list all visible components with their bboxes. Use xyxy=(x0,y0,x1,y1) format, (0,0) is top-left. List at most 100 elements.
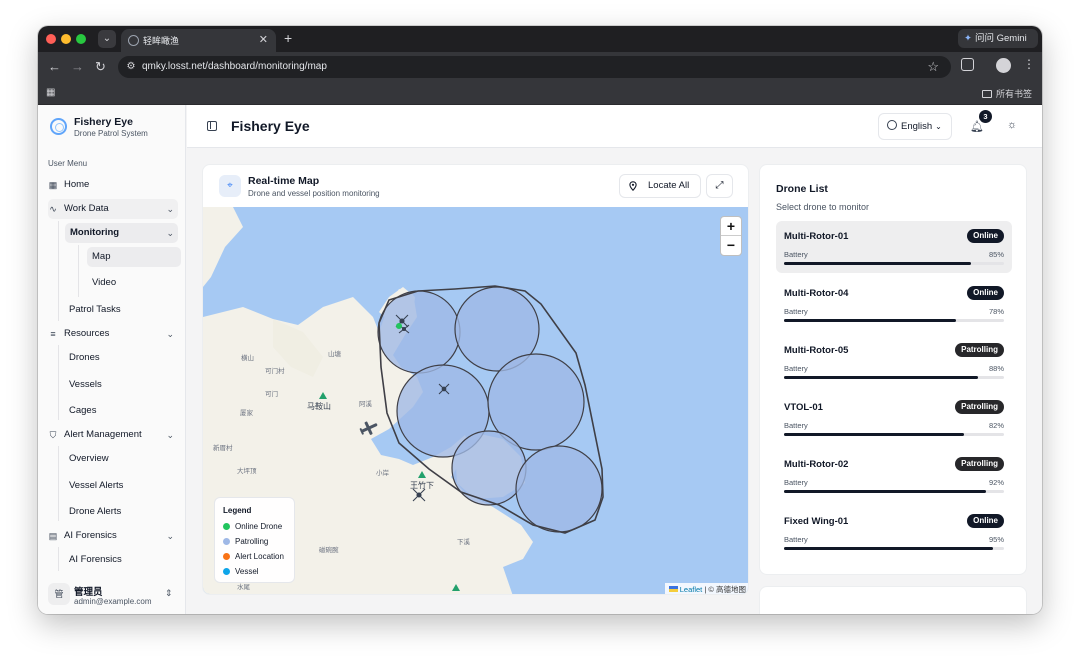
user-name[interactable]: 管理员 xyxy=(74,584,103,598)
drone-list-item[interactable]: Multi-Rotor-05 Patrolling Battery 88% xyxy=(776,335,1012,387)
all-bookmarks-button[interactable]: 所有书签 xyxy=(981,87,1032,100)
sidebar-item-monitoring[interactable]: Monitoring ⌄ xyxy=(65,223,178,243)
sidebar-item-drone-alerts[interactable]: Drone Alerts xyxy=(69,502,178,522)
sidebar-item-resources[interactable]: ≡ Resources ⌄ xyxy=(48,324,178,344)
address-bar[interactable]: ⚙ qmky.losst.net/dashboard/monitoring/ma… xyxy=(118,56,951,78)
drone-list-item[interactable]: Multi-Rotor-02 Patrolling Battery 92% xyxy=(776,449,1012,501)
drone-list-item[interactable]: Fixed Wing-01 Online Battery 95% xyxy=(776,506,1012,558)
place-label: 大坪顶 xyxy=(237,466,257,475)
expand-icon[interactable]: ⤢ xyxy=(706,174,733,198)
ukraine-flag-icon xyxy=(668,586,678,592)
database-icon: ≡ xyxy=(50,329,56,339)
sun-icon[interactable]: ☼ xyxy=(1007,119,1017,131)
sidebar-item-map[interactable]: Map xyxy=(87,247,181,267)
site-settings-icon[interactable]: ⚙ xyxy=(124,60,138,74)
sidebar-item-work-data[interactable]: ∿ Work Data ⌄ xyxy=(48,199,178,219)
apps-grid-icon[interactable]: ▦ xyxy=(46,87,55,98)
app-root: Fishery Eye Drone Patrol System User Men… xyxy=(38,105,1042,614)
battery-bar-fill xyxy=(784,433,965,436)
sidebar-item-patrol-tasks[interactable]: Patrol Tasks xyxy=(69,300,178,320)
drone-list-card: Drone List Select drone to monitor Multi… xyxy=(759,164,1027,575)
close-window-button[interactable] xyxy=(46,34,56,44)
maximize-window-button[interactable] xyxy=(76,34,86,44)
place-label: 下溪 xyxy=(457,537,471,546)
map-card: ⌖ Real-time Map Drone and vessel positio… xyxy=(202,164,749,595)
locate-all-button[interactable]: Locate All xyxy=(619,174,701,198)
extensions-icon[interactable] xyxy=(961,58,974,71)
battery-percent: 78% xyxy=(988,307,1004,316)
legend-item: Vessel xyxy=(223,567,259,576)
sidebar-item-overview[interactable]: Overview xyxy=(69,449,178,469)
map-canvas[interactable]: 横山 山塘 可门村 可门 马鞍山 阿溪 厦家 新厝村 大坪顶 小岸 王竹下 下溪… xyxy=(203,207,748,594)
sidebar-item-vessel-alerts[interactable]: Vessel Alerts xyxy=(69,476,178,496)
sidebar-item-label: Home xyxy=(64,179,90,190)
tree-line xyxy=(58,446,59,521)
place-label: 小岸 xyxy=(376,468,390,477)
user-email: admin@example.com xyxy=(74,597,152,606)
activity-icon: ∿ xyxy=(49,204,57,214)
sidebar-item-vessels[interactable]: Vessels xyxy=(69,375,178,395)
dashboard-grid-icon: ▦ xyxy=(48,180,58,190)
sidebar-item-label: Video xyxy=(92,277,117,288)
bookmark-star-icon[interactable]: ☆ xyxy=(927,59,939,75)
shield-icon: ⛉ xyxy=(49,430,57,440)
sidebar-item-drones[interactable]: Drones xyxy=(69,348,178,368)
battery-bar xyxy=(784,376,1004,379)
leaflet-link[interactable]: Leaflet xyxy=(680,585,703,594)
online-drone-marker xyxy=(396,323,402,329)
browser-tab[interactable]: 轻眸瞰渔 ✕ xyxy=(121,29,276,52)
drone-list-subtitle: Select drone to monitor xyxy=(776,202,870,212)
user-avatar[interactable]: 管 xyxy=(48,583,70,605)
sidebar-item-label: Cages xyxy=(69,405,97,416)
menu-kebab-icon[interactable]: ⋮ xyxy=(1023,57,1035,71)
sidebar-toggle-icon[interactable] xyxy=(207,121,217,131)
notification-badge: 3 xyxy=(979,110,992,123)
legend-label: Alert Location xyxy=(235,552,284,561)
patrol-zone xyxy=(451,430,527,506)
legend-label: Patrolling xyxy=(235,537,269,546)
drone-list-item[interactable]: VTOL-01 Patrolling Battery 82% xyxy=(776,392,1012,444)
page-title: Fishery Eye xyxy=(231,118,310,134)
chevrons-up-down-icon[interactable]: ⇕ xyxy=(165,588,173,599)
forward-arrow-icon[interactable]: → xyxy=(71,59,84,74)
profile-avatar[interactable] xyxy=(996,58,1011,73)
sidebar-item-video[interactable]: Video xyxy=(87,273,181,293)
sidebar-item-label: Map xyxy=(92,251,111,262)
drone-list-item[interactable]: Multi-Rotor-01 Online Battery 85% xyxy=(776,221,1012,273)
language-select[interactable]: English ⌄ xyxy=(878,113,952,140)
sidebar-item-cages[interactable]: Cages xyxy=(69,401,178,421)
sidebar-item-label: Monitoring xyxy=(70,227,120,238)
minimize-window-button[interactable] xyxy=(61,34,71,44)
zoom-out-button[interactable]: − xyxy=(721,236,741,255)
place-label: 横山 xyxy=(241,353,254,362)
status-badge: Online xyxy=(967,514,1004,528)
tab-search-icon[interactable]: ⌄ xyxy=(98,30,116,48)
tab-title: 轻眸瞰渔 xyxy=(143,36,180,46)
status-badge: Patrolling xyxy=(955,400,1004,414)
drone-name: Multi-Rotor-04 xyxy=(784,288,849,299)
sidebar-item-ai-forensics-sub[interactable]: AI Forensics xyxy=(69,550,178,570)
url-text[interactable]: qmky.losst.net/dashboard/monitoring/map xyxy=(142,61,327,72)
tab-bar: ⌄ 轻眸瞰渔 ✕ + ✦ 问问 Gemini xyxy=(38,26,1042,52)
battery-percent: 92% xyxy=(988,478,1004,487)
drone-list-item[interactable]: Multi-Rotor-04 Online Battery 78% xyxy=(776,278,1012,330)
sidebar: Fishery Eye Drone Patrol System User Men… xyxy=(38,105,186,614)
drone-name: VTOL-01 xyxy=(784,402,823,413)
zoom-in-button[interactable]: + xyxy=(721,217,741,236)
battery-bar-fill xyxy=(784,376,978,379)
language-label: English xyxy=(901,121,933,132)
gemini-button[interactable]: ✦ 问问 Gemini xyxy=(958,29,1038,48)
tab-close-icon[interactable]: ✕ xyxy=(259,33,268,46)
back-arrow-icon[interactable]: ← xyxy=(48,59,61,74)
legend-swatch xyxy=(223,522,230,530)
sidebar-item-alert-management[interactable]: ⛉ Alert Management ⌄ xyxy=(48,425,178,445)
sidebar-item-label: Alert Management xyxy=(64,429,142,440)
drone-name: Fixed Wing-01 xyxy=(784,516,849,527)
battery-bar-fill xyxy=(784,547,993,550)
sidebar-item-home[interactable]: ▦ Home xyxy=(48,175,178,195)
place-label: 山塘 xyxy=(328,349,342,358)
sidebar-item-ai-forensics[interactable]: ▤ AI Forensics ⌄ xyxy=(48,526,178,546)
reload-icon[interactable]: ↻ xyxy=(95,59,106,75)
new-tab-button[interactable]: + xyxy=(284,30,292,46)
tree-line xyxy=(58,221,59,321)
